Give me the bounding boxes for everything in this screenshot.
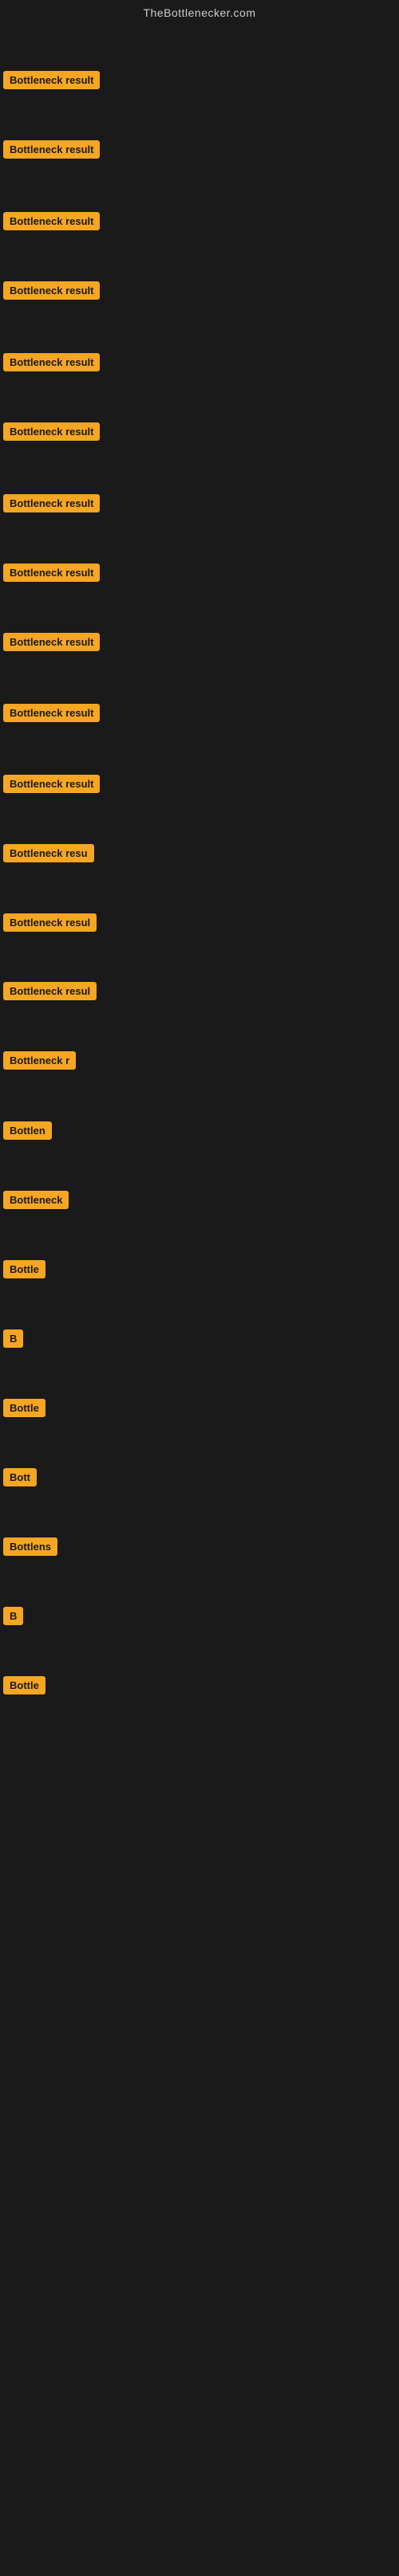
bottleneck-badge-19[interactable]: B: [3, 1329, 23, 1348]
bottleneck-badge-14[interactable]: Bottleneck resul: [3, 982, 97, 1000]
bottleneck-badge-12[interactable]: Bottleneck resu: [3, 844, 94, 862]
bottleneck-badge-9[interactable]: Bottleneck result: [3, 633, 100, 651]
bottleneck-badge-8[interactable]: Bottleneck result: [3, 564, 100, 582]
bottleneck-badge-15[interactable]: Bottleneck r: [3, 1051, 76, 1070]
bottleneck-badge-11[interactable]: Bottleneck result: [3, 775, 100, 793]
bottleneck-badge-10[interactable]: Bottleneck result: [3, 704, 100, 722]
bottleneck-badge-23[interactable]: B: [3, 1607, 23, 1625]
bottleneck-badge-22[interactable]: Bottlens: [3, 1537, 57, 1556]
bottleneck-badge-21[interactable]: Bott: [3, 1468, 37, 1486]
badges-container: Bottleneck result Bottleneck result Bottle…: [0, 26, 399, 2576]
bottleneck-badge-18[interactable]: Bottle: [3, 1260, 45, 1278]
bottleneck-badge-1[interactable]: Bottleneck result: [3, 71, 100, 89]
bottleneck-badge-6[interactable]: Bottleneck result: [3, 422, 100, 441]
bottleneck-badge-20[interactable]: Bottle: [3, 1399, 45, 1417]
bottleneck-badge-17[interactable]: Bottleneck: [3, 1191, 69, 1209]
bottleneck-badge-13[interactable]: Bottleneck resul: [3, 913, 97, 932]
bottleneck-badge-5[interactable]: Bottleneck result: [3, 353, 100, 371]
bottleneck-badge-3[interactable]: Bottleneck result: [3, 212, 100, 230]
bottleneck-badge-4[interactable]: Bottleneck result: [3, 281, 100, 300]
site-title: TheBottlenecker.com: [0, 0, 399, 26]
bottleneck-badge-7[interactable]: Bottleneck result: [3, 494, 100, 512]
bottleneck-badge-24[interactable]: Bottle: [3, 1676, 45, 1694]
bottleneck-badge-16[interactable]: Bottlen: [3, 1121, 52, 1140]
bottleneck-badge-2[interactable]: Bottleneck result: [3, 140, 100, 159]
